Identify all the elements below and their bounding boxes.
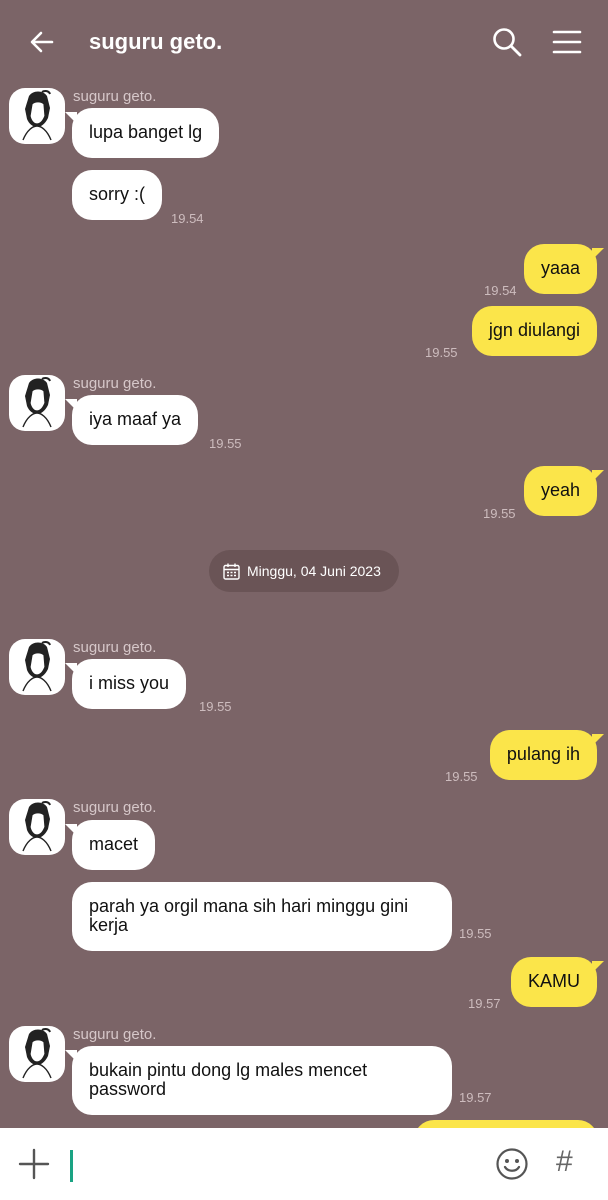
message-bubble-incoming[interactable]: lupa banget lg	[64, 108, 220, 158]
calendar-icon	[223, 563, 240, 580]
message-time: 19.55	[459, 926, 492, 941]
text-caret	[70, 1150, 73, 1182]
message-bubble-outgoing[interactable]: yaaa	[523, 244, 605, 294]
avatar-illustration	[22, 640, 52, 692]
message-time: 19.55	[483, 506, 516, 521]
message-time: 19.57	[459, 1090, 492, 1105]
hamburger-menu-icon[interactable]	[551, 26, 583, 58]
avatar[interactable]	[9, 1026, 65, 1082]
message-bubble-incoming[interactable]: i miss you	[64, 659, 187, 709]
plus-icon[interactable]	[16, 1146, 52, 1182]
message-bubble-incoming[interactable]: macet	[64, 820, 156, 870]
message-time: 19.54	[171, 211, 204, 226]
sender-name: suguru geto.	[73, 799, 157, 816]
message-bubble-outgoing[interactable]: pulang ih	[489, 730, 605, 780]
message-time: 19.55	[425, 345, 458, 360]
sender-name: suguru geto.	[73, 88, 157, 105]
avatar[interactable]	[9, 375, 65, 431]
message-bubble-outgoing-partial[interactable]	[414, 1120, 598, 1128]
date-separator: Minggu, 04 Juni 2023	[209, 550, 399, 592]
message-bubble-incoming[interactable]: iya maaf ya	[64, 395, 199, 445]
message-bubble-incoming[interactable]: bukain pintu dong lg males mencet passwo…	[65, 1046, 452, 1115]
date-label: Minggu, 04 Juni 2023	[247, 563, 381, 579]
message-time: 19.55	[199, 699, 232, 714]
message-list[interactable]: suguru geto. lupa banget lg sorry :( 19.…	[0, 84, 608, 1128]
emoji-icon[interactable]	[494, 1146, 530, 1182]
message-time: 19.55	[209, 436, 242, 451]
sender-name: suguru geto.	[73, 1026, 157, 1043]
composer-bar: #	[0, 1128, 608, 1200]
message-time: 19.57	[468, 996, 501, 1011]
avatar[interactable]	[9, 88, 65, 144]
avatar-illustration	[22, 800, 52, 852]
message-bubble-outgoing[interactable]: yeah	[523, 466, 605, 516]
message-bubble-outgoing[interactable]: KAMU	[510, 957, 605, 1007]
hashtag-button[interactable]: #	[556, 1144, 573, 1180]
arrow-left-icon[interactable]	[26, 26, 58, 58]
message-bubble-incoming[interactable]: parah ya orgil mana sih hari minggu gini…	[72, 882, 452, 951]
sender-name: suguru geto.	[73, 375, 157, 392]
avatar[interactable]	[9, 639, 65, 695]
chat-title: suguru geto.	[89, 29, 223, 54]
message-time: 19.54	[484, 283, 517, 298]
message-time: 19.55	[445, 769, 478, 784]
search-icon[interactable]	[491, 26, 523, 58]
sender-name: suguru geto.	[73, 639, 157, 656]
message-input[interactable]	[70, 1142, 474, 1188]
avatar-illustration	[22, 1027, 52, 1079]
avatar-illustration	[22, 376, 52, 428]
avatar[interactable]	[9, 799, 65, 855]
message-bubble-outgoing[interactable]: jgn diulangi	[471, 306, 597, 356]
chat-header: suguru geto.	[0, 0, 608, 84]
avatar-illustration	[22, 89, 52, 141]
message-bubble-incoming[interactable]: sorry :(	[72, 170, 162, 220]
